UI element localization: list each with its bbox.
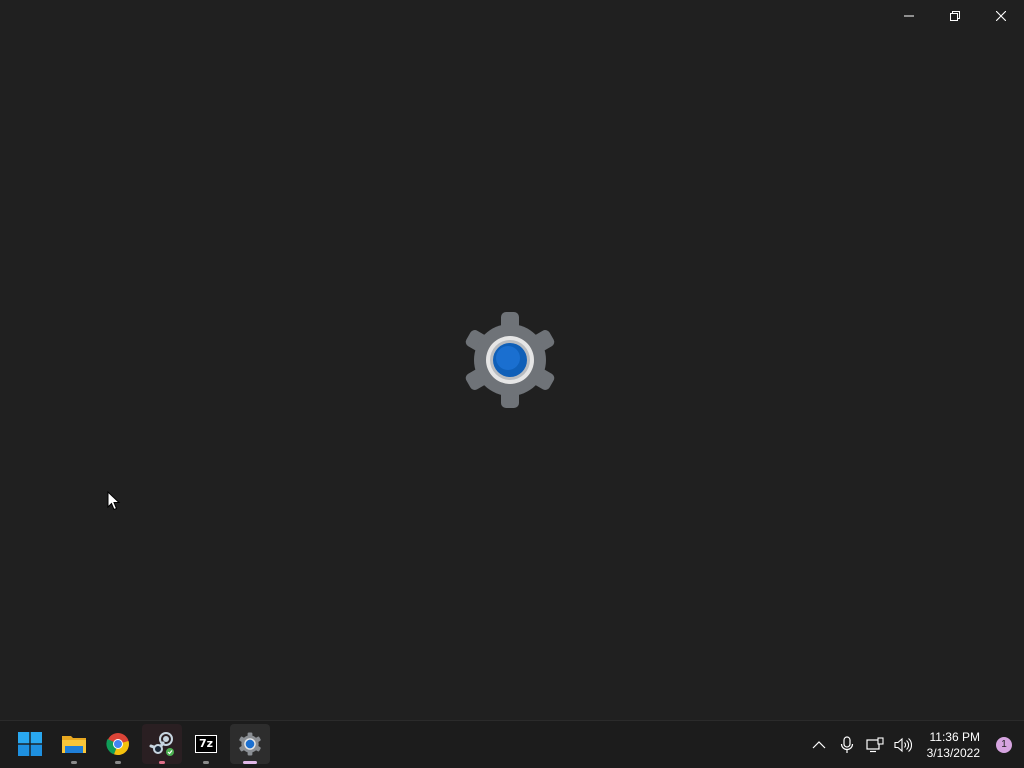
network-button[interactable] — [861, 729, 889, 761]
volume-icon — [894, 737, 912, 752]
chevron-up-icon — [812, 740, 826, 748]
running-indicator — [159, 761, 165, 764]
restore-icon — [950, 11, 960, 21]
chrome-icon — [106, 733, 129, 756]
microphone-icon — [840, 735, 853, 753]
taskbar-settings[interactable] — [230, 724, 270, 764]
taskbar-file-explorer[interactable] — [54, 724, 94, 764]
running-indicator — [115, 761, 121, 764]
system-tray: 11:36 PM 3/13/2022 1 — [805, 721, 1024, 768]
close-button[interactable] — [978, 0, 1024, 32]
settings-gear-icon — [239, 732, 261, 756]
mouse-cursor-icon — [107, 491, 121, 511]
taskbar-steam[interactable] — [142, 724, 182, 764]
folder-icon — [62, 736, 86, 753]
running-indicator — [71, 761, 77, 764]
show-hidden-icons-button[interactable] — [805, 729, 833, 761]
network-icon — [866, 736, 884, 752]
taskbar-7zip[interactable]: 7z — [186, 724, 226, 764]
taskbar-chrome[interactable] — [98, 724, 138, 764]
restore-button[interactable] — [932, 0, 978, 32]
settings-window — [0, 0, 1024, 720]
windows-logo-icon — [18, 732, 42, 756]
volume-button[interactable] — [889, 729, 917, 761]
active-indicator — [243, 761, 257, 764]
7zip-icon: 7z — [195, 735, 217, 753]
settings-gear-icon — [465, 312, 555, 408]
clock-date: 3/13/2022 — [926, 745, 980, 760]
close-icon — [996, 11, 1006, 21]
steam-icon — [149, 732, 174, 756]
running-indicator — [203, 761, 209, 764]
taskbar: 7z 11:36 PM 3/13/2022 1 — [0, 720, 1024, 768]
taskbar-apps: 7z — [10, 724, 270, 764]
microphone-button[interactable] — [833, 729, 861, 761]
7zip-label: 7z — [196, 736, 216, 752]
notification-center-button[interactable]: 1 — [988, 729, 1020, 761]
start-button[interactable] — [10, 724, 50, 764]
clock[interactable]: 11:36 PM 3/13/2022 — [917, 729, 988, 761]
notification-count-badge: 1 — [996, 736, 1012, 753]
clock-time: 11:36 PM — [929, 729, 980, 744]
minimize-button[interactable] — [886, 0, 932, 32]
caption-buttons — [886, 0, 1024, 32]
minimize-icon — [904, 15, 914, 17]
